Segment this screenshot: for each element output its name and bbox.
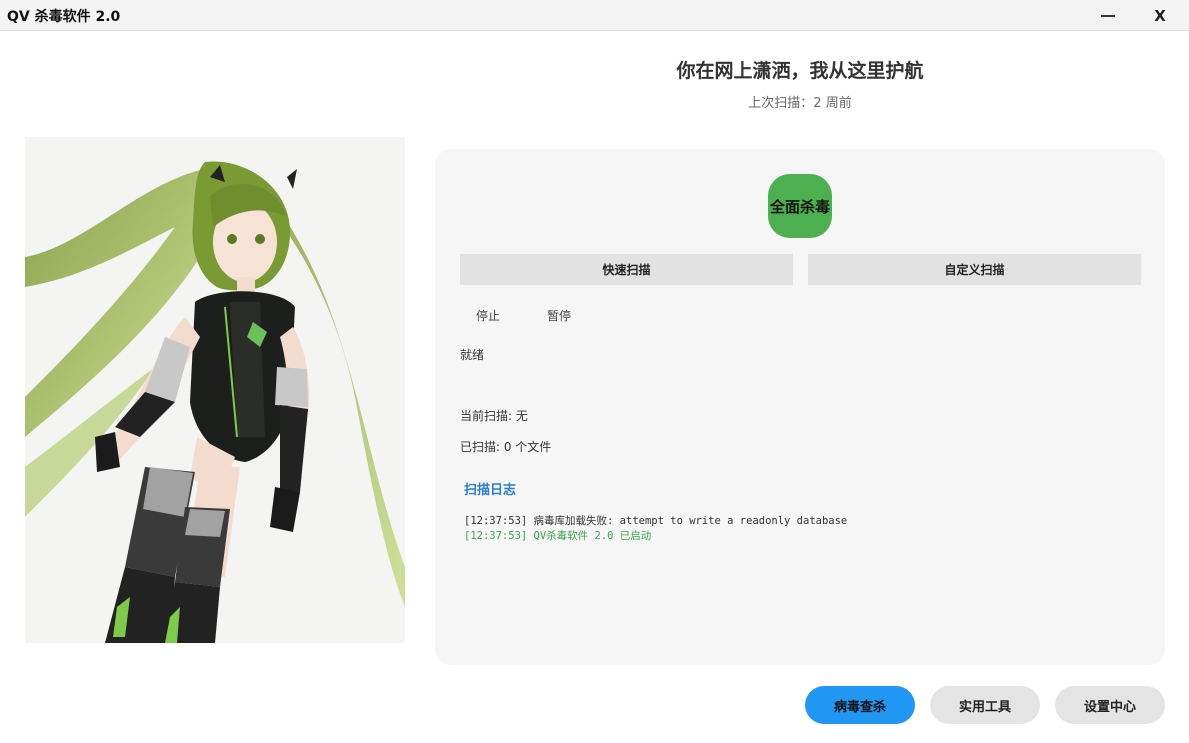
last-scan-text: 上次扫描：2 周前 — [748, 96, 852, 111]
quick-scan-button[interactable]: 快速扫描 — [460, 254, 793, 285]
log-entry: [12:37:53] 病毒库加载失败: attempt to write a r… — [464, 515, 848, 527]
minimize-button[interactable] — [1085, 0, 1131, 31]
full-scan-button[interactable]: 全面杀毒 — [768, 174, 832, 238]
app-title: QV 杀毒软件 2.0 — [7, 9, 121, 25]
scan-status: 就绪 — [460, 348, 485, 362]
scan-panel: 全面杀毒 快速扫描 自定义扫描 停止 暂停 就绪 当前扫描: 无 已扫描: 0 … — [435, 149, 1165, 665]
settings-nav-button[interactable]: 设置中心 — [1055, 686, 1165, 724]
scanned-count-label: 已扫描: 0 个文件 — [460, 440, 552, 454]
mascot-image — [25, 137, 405, 643]
scan-log[interactable]: [12:37:53] 病毒库加载失败: attempt to write a r… — [464, 514, 1144, 544]
slogan-heading: 你在网上潇洒，我从这里护航 — [676, 60, 924, 82]
log-entry: [12:37:53] QV杀毒软件 2.0 已启动 — [464, 530, 652, 542]
mascot-illustration — [25, 137, 405, 643]
pause-button[interactable]: 暂停 — [547, 307, 571, 324]
current-scan-label: 当前扫描: 无 — [460, 409, 528, 423]
scan-log-title: 扫描日志 — [464, 483, 517, 498]
stop-button[interactable]: 停止 — [476, 307, 500, 324]
minimize-icon — [1101, 14, 1115, 17]
title-bar: QV 杀毒软件 2.0 X — [0, 0, 1189, 31]
close-button[interactable]: X — [1137, 0, 1183, 31]
custom-scan-button[interactable]: 自定义扫描 — [808, 254, 1141, 285]
virus-scan-nav-button[interactable]: 病毒查杀 — [805, 686, 915, 724]
tools-nav-button[interactable]: 实用工具 — [930, 686, 1040, 724]
